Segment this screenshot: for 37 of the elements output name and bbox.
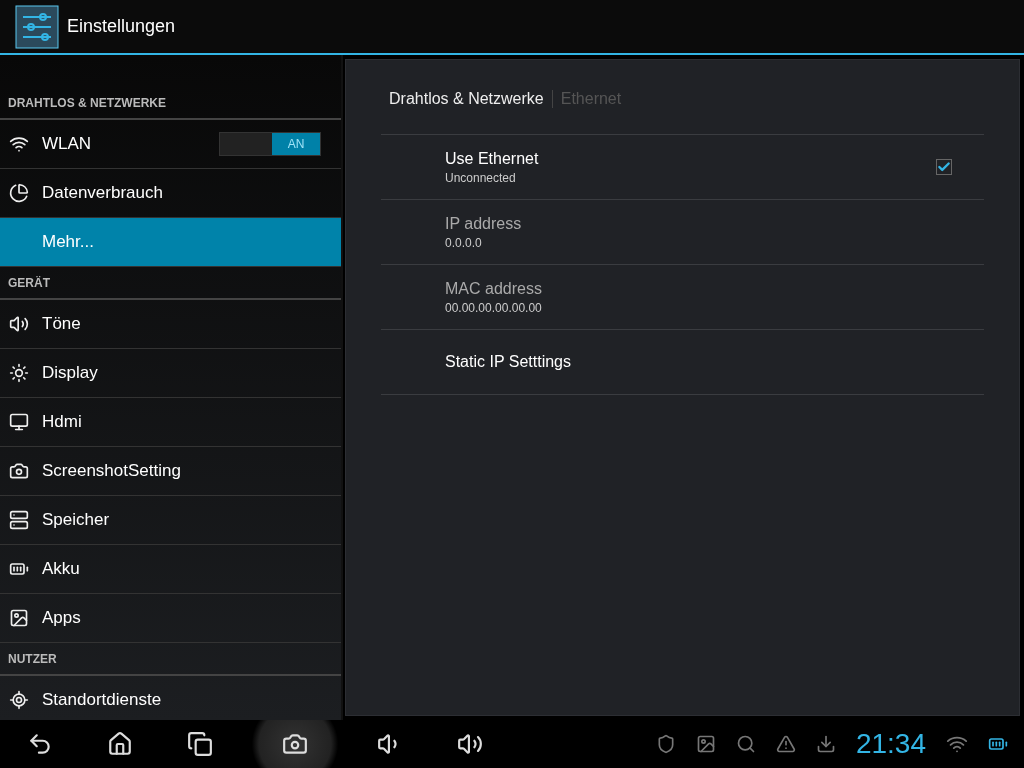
image-icon bbox=[695, 734, 716, 754]
settings-item[interactable]: Akku bbox=[0, 545, 341, 594]
preference-title: IP address bbox=[445, 214, 523, 233]
pie-chart-icon bbox=[8, 183, 30, 203]
search-icon bbox=[735, 734, 756, 754]
storage-icon bbox=[8, 510, 30, 530]
section-header: DRAHTLOS & NETZWERKE bbox=[0, 87, 341, 120]
settings-item[interactable]: Apps bbox=[0, 594, 341, 643]
settings-item[interactable]: WLAN AN bbox=[0, 120, 341, 169]
wifi-icon bbox=[8, 134, 30, 154]
monitor-icon bbox=[8, 412, 30, 432]
clock: 21:34 bbox=[855, 728, 926, 760]
preference-title[interactable]: Static IP Setttings bbox=[445, 353, 952, 371]
camera-icon bbox=[8, 461, 30, 481]
location-icon bbox=[8, 690, 30, 710]
preference-summary: 00.00.00.00.00.00 bbox=[445, 300, 543, 315]
app-title: Einstellungen bbox=[67, 16, 176, 37]
preference-summary: 0.0.0.0 bbox=[445, 235, 483, 250]
settings-item[interactable]: Display bbox=[0, 349, 341, 398]
image-icon bbox=[8, 608, 30, 628]
checkbox[interactable] bbox=[936, 159, 952, 175]
preference-title[interactable]: Use Ethernet bbox=[445, 149, 936, 168]
download-icon bbox=[815, 734, 836, 754]
breadcrumb-link[interactable]: Drahtlos & Netzwerke bbox=[389, 90, 552, 108]
brightness-icon bbox=[8, 363, 30, 383]
section-header: GERÄT bbox=[0, 267, 341, 300]
settings-item[interactable]: Töne bbox=[0, 300, 341, 349]
speaker-icon bbox=[8, 314, 30, 334]
settings-item[interactable]: Speicher bbox=[0, 496, 341, 545]
settings-app-icon[interactable] bbox=[15, 4, 59, 49]
settings-item[interactable]: Mehr... bbox=[0, 218, 341, 267]
settings-item[interactable]: ScreenshotSetting bbox=[0, 447, 341, 496]
warning-icon bbox=[775, 734, 796, 754]
preference-summary: Unconnected bbox=[445, 170, 517, 185]
preference-title: MAC address bbox=[445, 279, 543, 298]
section-header: NUTZER bbox=[0, 643, 341, 676]
settings-item[interactable]: Hdmi bbox=[0, 398, 341, 447]
